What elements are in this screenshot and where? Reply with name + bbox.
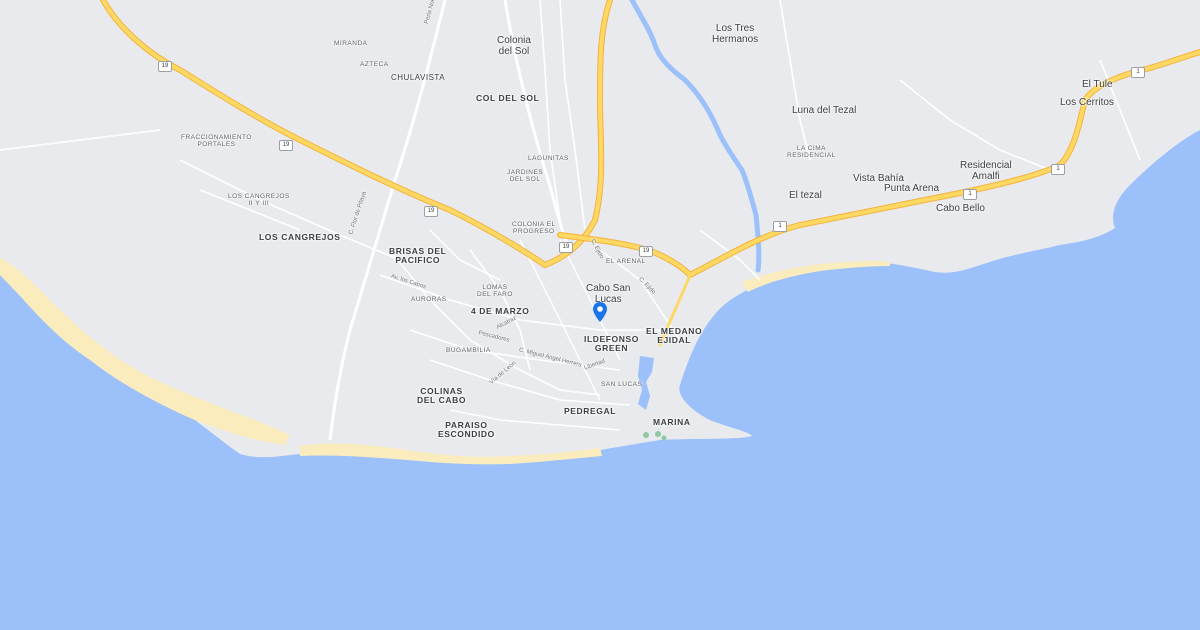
label-los-cerritos[interactable]: Los Cerritos [1060,97,1114,108]
label-pedregal[interactable]: PEDREGAL [564,406,616,416]
label-los-tres-hermanos[interactable]: Los Tres Hermanos [712,23,758,45]
label-punta-arena[interactable]: Punta Arena [884,183,939,194]
label-brisas-del-pacifico[interactable]: BRISAS DEL PACIFICO [389,246,446,266]
map-canvas[interactable]: 19 19 19 19 19 1 1 1 1 Cabo San Lucas Lo… [0,0,1200,630]
label-residencial-amalfi[interactable]: Residencial Amalfi [960,160,1012,182]
route-shield: 19 [279,140,293,151]
label-el-tezal[interactable]: El tezal [789,190,822,201]
label-jardines-del-sol[interactable]: JARDINES DEL SOL [507,169,543,183]
label-fraccionamiento-portales[interactable]: FRACCIONAMIENTO PORTALES [181,134,252,148]
route-shield: 1 [1051,164,1065,175]
label-colonia-del-sol[interactable]: Colonia del Sol [497,35,531,57]
route-shield: 19 [639,246,653,257]
label-paraiso-escondido[interactable]: PARAISO ESCONDIDO [438,420,495,440]
label-azteca[interactable]: AZTECA [360,61,389,68]
label-colinas-del-cabo[interactable]: COLINAS DEL CABO [417,386,466,406]
route-shield: 19 [424,206,438,217]
label-col-del-sol[interactable]: COL DEL SOL [476,93,539,103]
label-la-cima-residencial[interactable]: LA CIMA RESIDENCIAL [787,145,836,159]
route-shield: 19 [559,242,573,253]
label-chulavista[interactable]: CHULAVISTA [391,73,445,83]
label-los-cangrejos[interactable]: LOS CANGREJOS [259,232,340,242]
label-el-tule[interactable]: El Tule [1082,79,1113,90]
label-los-cangrejos-ii-y-iii[interactable]: LOS CANGREJOS II Y III [228,193,290,207]
label-el-arenal[interactable]: EL ARENAL [606,258,646,265]
route-shield: 1 [1131,67,1145,78]
label-luna-del-tezal[interactable]: Luna del Tezal [792,105,856,116]
label-cabo-bello[interactable]: Cabo Bello [936,203,985,214]
label-lomas-del-faro[interactable]: LOMAS DEL FARO [477,284,513,298]
route-shield: 19 [158,61,172,72]
label-miranda[interactable]: MIRANDA [334,40,367,47]
label-4-de-marzo[interactable]: 4 DE MARZO [471,306,529,316]
label-auroras[interactable]: AURORAS [411,296,447,303]
route-shield: 1 [963,189,977,200]
label-lagunitas[interactable]: LAGUNITAS [528,155,569,162]
label-san-lucas[interactable]: SAN LUCAS [601,381,642,388]
label-bugambilia[interactable]: BUGAMBILIA [446,347,491,354]
label-colonia-el-progreso[interactable]: COLONIA EL PROGRESO [512,221,556,235]
label-ildefonso-green[interactable]: ILDEFONSO GREEN [584,334,639,354]
label-marina[interactable]: MARINA [653,417,691,427]
route-shield: 1 [773,221,787,232]
label-el-medano-ejidal[interactable]: EL MEDANO EJIDAL [646,326,702,346]
